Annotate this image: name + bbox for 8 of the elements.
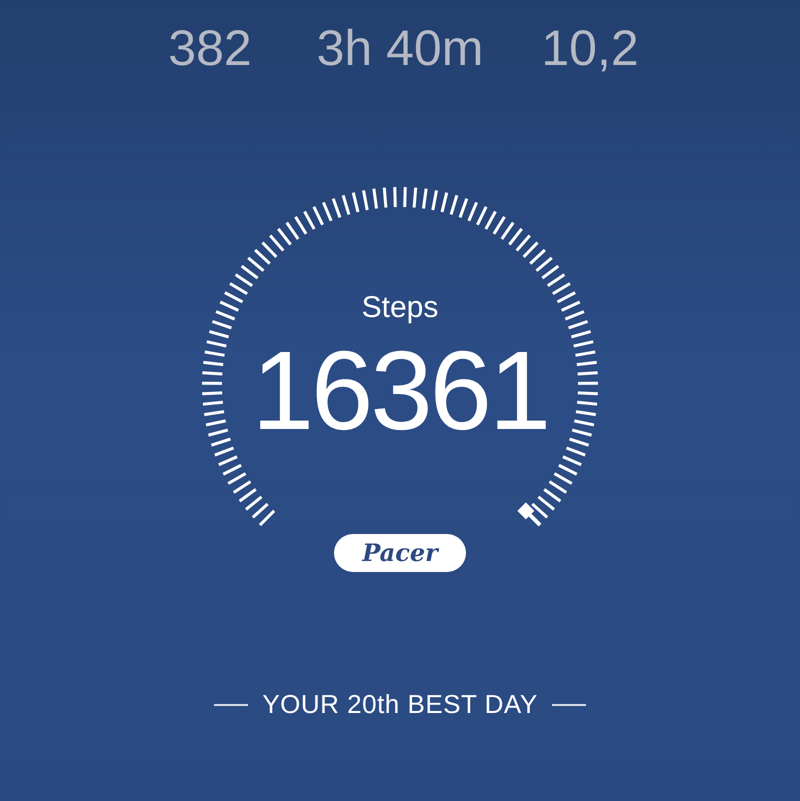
progress-marker — [517, 502, 542, 526]
steps-label: Steps — [362, 291, 438, 325]
stat-value: 10,2 — [541, 19, 639, 78]
best-day-text: YOUR 20th BEST DAY — [262, 689, 538, 720]
stat-value: 3h 40m — [316, 19, 484, 78]
steps-count: 16361 — [252, 335, 548, 447]
stat-value: 382 — [168, 19, 252, 78]
brand-logo: Pacer — [334, 534, 466, 572]
